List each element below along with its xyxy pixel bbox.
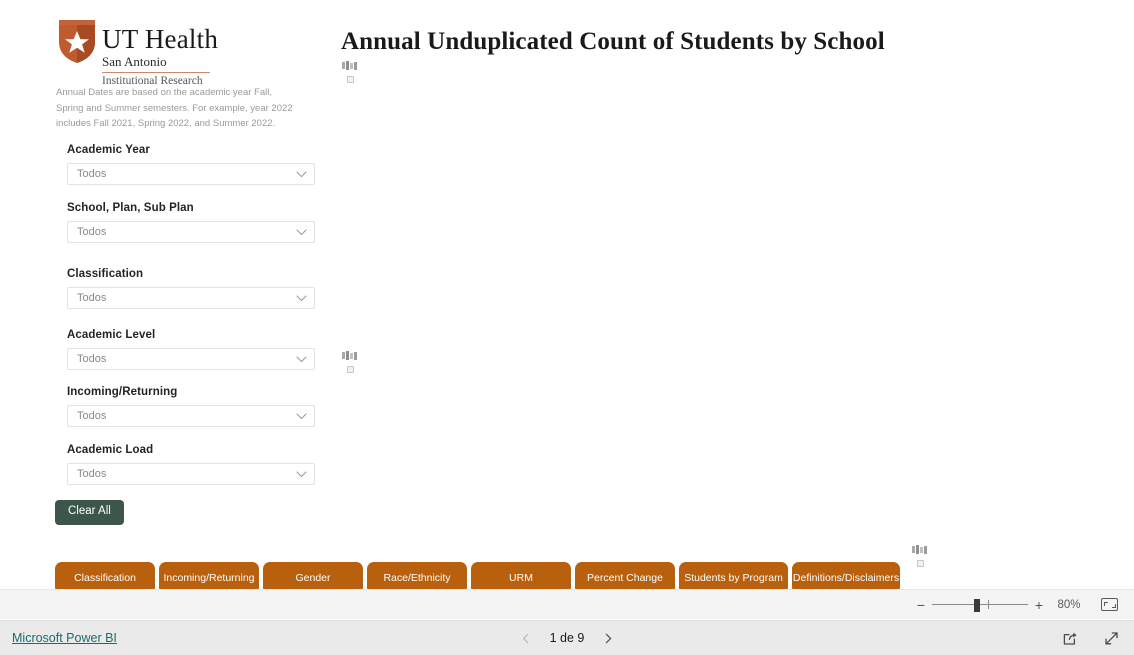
filter-school-plan-sub-plan: School, Plan, Sub Plan Todos — [67, 202, 315, 243]
brand-location: San Antonio — [102, 54, 167, 69]
filter-value: Todos — [77, 410, 107, 422]
filter-dropdown[interactable]: Todos — [67, 287, 315, 309]
report-canvas: UT Health San Antonio Institutional Rese… — [0, 0, 1134, 594]
footer-actions — [1062, 630, 1120, 647]
filter-dropdown[interactable]: Todos — [67, 221, 315, 243]
page-pager: 1 de 9 — [521, 631, 614, 645]
filter-dropdown[interactable]: Todos — [67, 463, 315, 485]
filter-value: Todos — [77, 168, 107, 180]
zoom-slider-tick — [988, 599, 989, 609]
loading-spinner-icon — [910, 545, 932, 570]
chevron-left-icon[interactable] — [521, 633, 532, 644]
chevron-right-icon[interactable] — [602, 633, 613, 644]
brand-name: UT Health — [102, 24, 219, 54]
filter-academic-level: Academic Level Todos — [67, 329, 315, 370]
share-icon[interactable] — [1062, 630, 1079, 647]
filter-label: School, Plan, Sub Plan — [67, 202, 194, 214]
loading-spinner-icon — [340, 351, 362, 376]
loading-spinner-icon — [340, 61, 362, 86]
fit-to-page-icon[interactable] — [1101, 598, 1118, 611]
chevron-down-icon[interactable] — [296, 295, 307, 302]
report-footer: Microsoft Power BI 1 de 9 — [0, 620, 1134, 655]
chevron-down-icon[interactable] — [296, 171, 307, 178]
filter-label: Academic Load — [67, 444, 154, 456]
filter-value: Todos — [77, 353, 107, 365]
filter-classification: Classification Todos — [67, 268, 315, 309]
filter-academic-year: Academic Year Todos — [67, 144, 315, 185]
filter-incoming-returning: Incoming/Returning Todos — [67, 386, 315, 427]
zoom-toolbar: − + 80% — [0, 589, 1134, 619]
powerbi-brand-link[interactable]: Microsoft Power BI — [12, 631, 117, 645]
powerbi-report-viewer: UT Health San Antonio Institutional Rese… — [0, 0, 1134, 655]
zoom-slider-thumb[interactable] — [974, 598, 980, 612]
clear-all-button[interactable]: Clear All — [55, 500, 124, 525]
zoom-slider-track — [932, 603, 1028, 605]
filter-label: Academic Year — [67, 144, 150, 156]
zoom-out-button[interactable]: − — [913, 598, 929, 612]
chevron-down-icon[interactable] — [296, 471, 307, 478]
page-title: Annual Unduplicated Count of Students by… — [341, 28, 885, 55]
chevron-down-icon[interactable] — [296, 356, 307, 363]
zoom-slider[interactable] — [932, 598, 1028, 612]
dates-caption: Annual Dates are based on the academic y… — [56, 87, 293, 130]
brand-divider — [102, 72, 210, 74]
filter-dropdown[interactable]: Todos — [67, 405, 315, 427]
brand-logo: UT Health San Antonio Institutional Rese… — [56, 16, 306, 89]
filter-value: Todos — [77, 468, 107, 480]
chevron-down-icon[interactable] — [296, 229, 307, 236]
page-indicator: 1 de 9 — [549, 631, 585, 645]
filter-label: Incoming/Returning — [67, 386, 178, 398]
filter-dropdown[interactable]: Todos — [67, 348, 315, 370]
filter-label: Academic Level — [67, 329, 156, 341]
filter-value: Todos — [77, 292, 107, 304]
filter-value: Todos — [77, 226, 107, 238]
chevron-down-icon[interactable] — [296, 413, 307, 420]
filter-label: Classification — [67, 268, 144, 280]
filter-dropdown[interactable]: Todos — [67, 163, 315, 185]
zoom-in-button[interactable]: + — [1031, 598, 1047, 612]
ut-health-shield-star-icon — [59, 20, 95, 63]
filter-academic-load: Academic Load Todos — [67, 444, 315, 485]
zoom-level-label: 80% — [1057, 598, 1081, 611]
fullscreen-expand-icon[interactable] — [1103, 630, 1120, 647]
